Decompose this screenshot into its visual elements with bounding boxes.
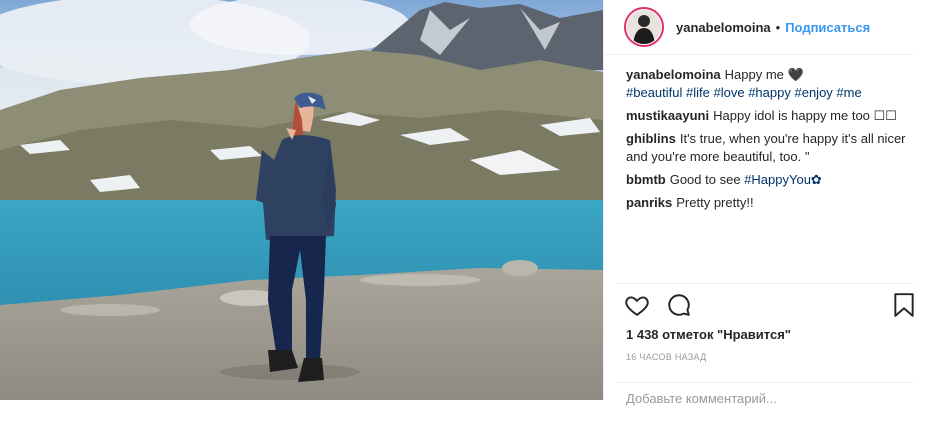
comment-item: bbmtb Good to see #HappyYou✿: [626, 171, 916, 189]
comment-hashtag[interactable]: #HappyYou✿: [744, 172, 822, 187]
comment-username[interactable]: panriks: [626, 195, 672, 210]
avatar-image: [627, 10, 661, 44]
comment-text: Happy idol is happy me too ☐☐: [713, 108, 897, 123]
comment-username[interactable]: bbmtb: [626, 172, 666, 187]
likes-count[interactable]: 1 438 отметок "Нравится": [626, 327, 791, 342]
hashtag-happy[interactable]: #happy: [748, 85, 791, 100]
caption-username[interactable]: yanabelomoina: [626, 67, 721, 82]
comment-item: ghiblins It's true, when you're happy it'…: [626, 130, 916, 166]
like-button[interactable]: [624, 292, 650, 323]
post-sidebar: yanabelomoina • Подписаться yanabelomoin…: [603, 0, 938, 414]
follow-button[interactable]: Подписаться: [785, 20, 870, 35]
post-header: yanabelomoina • Подписаться: [604, 0, 914, 55]
comment-button[interactable]: [666, 292, 692, 323]
post-username[interactable]: yanabelomoina: [676, 20, 771, 35]
add-comment-input[interactable]: [616, 383, 896, 414]
add-comment-bar: [616, 382, 914, 422]
caption-text: Happy me 🖤: [724, 67, 804, 82]
avatar-picture: [627, 10, 661, 44]
heart-icon: [625, 296, 649, 316]
comment-item: panriks Pretty pretty!!: [626, 194, 916, 212]
hashtag-love[interactable]: #love: [714, 85, 745, 100]
post-timestamp: 16 ЧАСОВ НАЗАД: [626, 352, 707, 362]
photo-scene: [0, 0, 603, 400]
caption: yanabelomoina Happy me 🖤 #beautiful #life…: [626, 66, 916, 102]
comment-item: mustikaayuni Happy idol is happy me too ☐…: [626, 107, 916, 125]
comment-username[interactable]: mustikaayuni: [626, 108, 709, 123]
hashtag-me[interactable]: #me: [836, 85, 861, 100]
hashtag-beautiful[interactable]: #beautiful: [626, 85, 682, 100]
comment-icon: [668, 294, 690, 316]
save-button[interactable]: [892, 292, 916, 323]
separator-dot: •: [775, 19, 781, 35]
bookmark-icon: [894, 293, 914, 317]
hashtag-life[interactable]: #life: [686, 85, 710, 100]
comment-text: Pretty pretty!!: [676, 195, 754, 210]
comment-username[interactable]: ghiblins: [626, 131, 676, 146]
post-photo[interactable]: [0, 0, 603, 400]
post-actions: [624, 292, 916, 322]
comment-text: Good to see: [669, 172, 741, 187]
hashtag-enjoy[interactable]: #enjoy: [794, 85, 832, 100]
comments-list: yanabelomoina Happy me 🖤 #beautiful #life…: [626, 66, 916, 217]
actions-divider: [616, 283, 914, 284]
avatar[interactable]: [624, 7, 664, 47]
